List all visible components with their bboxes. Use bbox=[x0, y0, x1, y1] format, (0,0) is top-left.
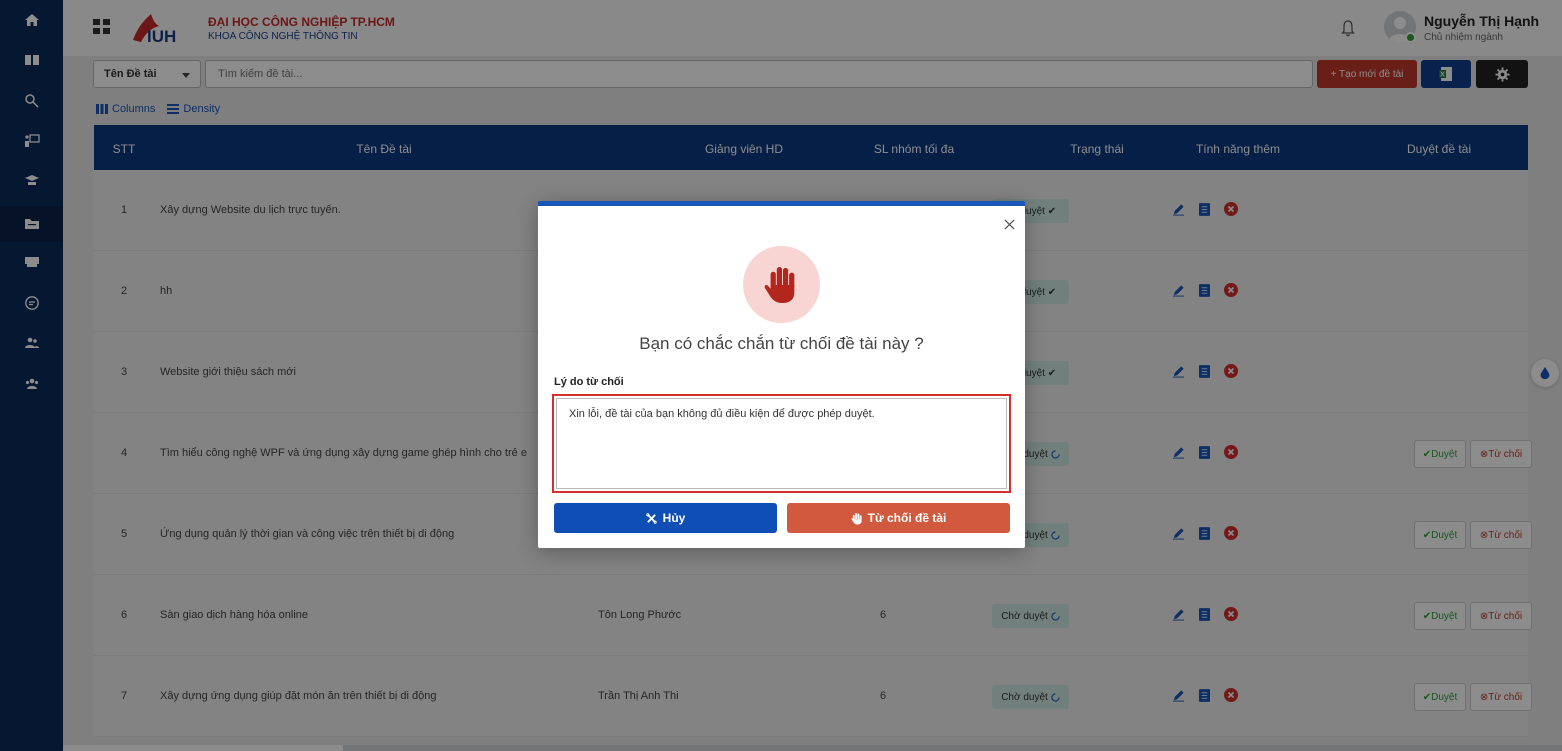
confirm-reject-button[interactable]: Từ chối đề tài bbox=[787, 503, 1010, 533]
hand-icon bbox=[851, 512, 862, 524]
reason-field-highlight: Xin lỗi, đề tài của bạn không đủ điều ki… bbox=[552, 394, 1011, 493]
reason-textarea[interactable]: Xin lỗi, đề tài của bạn không đủ điều ki… bbox=[556, 398, 1007, 489]
dialog-title: Bạn có chắc chắn từ chối đề tài này ? bbox=[639, 334, 924, 353]
reason-label: Lý do từ chối bbox=[554, 376, 624, 388]
close-icon[interactable] bbox=[1001, 216, 1017, 232]
cancel-cross-icon bbox=[645, 512, 657, 524]
stop-hand-icon bbox=[743, 246, 820, 323]
confirm-label: Từ chối đề tài bbox=[867, 511, 947, 525]
cancel-label: Hủy bbox=[662, 511, 686, 525]
reject-topic-dialog: Bạn có chắc chắn từ chối đề tài này ? Lý… bbox=[538, 201, 1025, 548]
cancel-button[interactable]: Hủy bbox=[554, 503, 777, 533]
